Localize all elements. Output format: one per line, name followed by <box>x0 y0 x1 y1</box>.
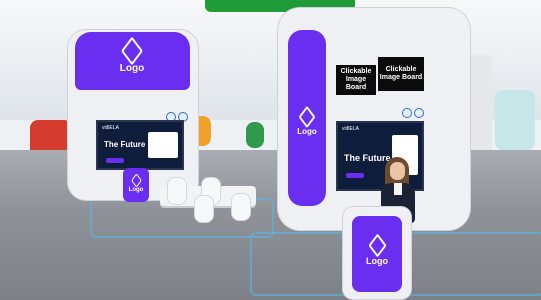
lounge-chair <box>168 178 186 204</box>
clickable-image-board[interactable]: Clickable Image Board <box>378 57 424 91</box>
lounge-chair <box>232 194 250 220</box>
receptionist-avatar-face <box>390 162 405 180</box>
screen-cta <box>346 173 364 178</box>
booth-right-screen-controls <box>402 108 424 118</box>
virtual-expo-scene: Logo vii8ELA The Future Logo Logo Clicka… <box>0 0 541 300</box>
refresh-icon[interactable] <box>414 108 424 118</box>
screen-cta <box>106 158 124 163</box>
booth-right-logo[interactable]: Logo <box>292 105 322 136</box>
background-booth-green[interactable] <box>246 122 264 148</box>
cube-icon <box>298 105 316 129</box>
screen-brand: vii8ELA <box>102 125 119 131</box>
zoom-in-icon[interactable] <box>402 108 412 118</box>
booth-left-video-screen[interactable]: vii8ELA The Future <box>96 120 184 170</box>
receptionist-collar <box>394 183 402 195</box>
cube-icon <box>367 233 387 258</box>
booth-right-video-screen[interactable]: vii8ELA The Future <box>336 121 424 191</box>
cube-icon <box>130 173 142 188</box>
clickable-image-board[interactable]: Clickable Image Board <box>336 65 376 95</box>
screen-headline: The Future <box>344 153 391 163</box>
booth-right-logo-label: Logo <box>297 127 317 136</box>
clickable-image-board-label: Clickable Image Board <box>340 68 372 91</box>
podium-logo-label: Logo <box>128 187 144 193</box>
screen-headline: The Future <box>104 140 146 149</box>
podium-logo: Logo <box>125 173 147 193</box>
reception-desk-logo: Logo <box>362 233 392 266</box>
lounge-chair <box>195 196 213 222</box>
screen-card <box>148 132 178 158</box>
screen-brand: vii8ELA <box>342 126 359 132</box>
clickable-image-board-label: Clickable Image Board <box>379 66 423 81</box>
background-booth-teal[interactable] <box>495 90 535 150</box>
reception-desk-logo-label: Logo <box>366 256 388 266</box>
booth-left-logo[interactable]: Logo <box>117 36 147 74</box>
